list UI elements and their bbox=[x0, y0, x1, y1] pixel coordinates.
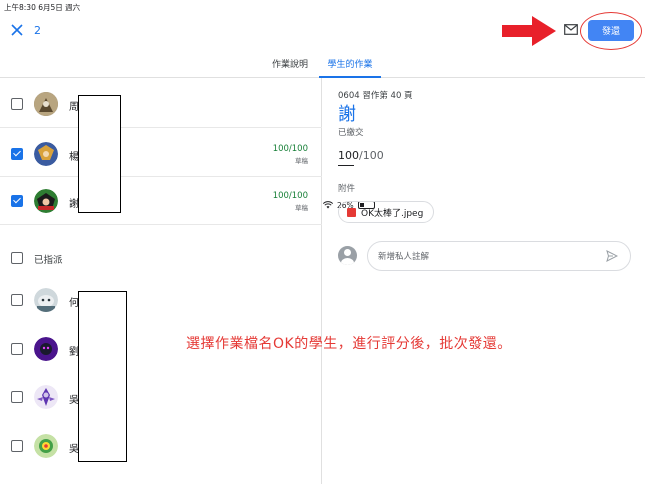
group-label: 已指派 bbox=[34, 255, 63, 266]
student-checkbox[interactable] bbox=[11, 294, 23, 306]
assigned-group-row[interactable]: 已指派 bbox=[0, 234, 322, 282]
student-row[interactable]: 謝 100/100 草稿 bbox=[0, 177, 322, 225]
grade-status: 草稿 bbox=[295, 157, 308, 165]
student-checkbox[interactable] bbox=[11, 98, 23, 110]
annotation-text: 選擇作業檔名OK的學生，進行評分後，批次發還。 bbox=[186, 336, 512, 352]
attachments-label: 附件 bbox=[338, 184, 356, 194]
submission-panel: 0604 習作第 40 頁 謝 已繳交 100/100 附件 OK太棒了.jpe… bbox=[323, 78, 645, 484]
grade-out-of: /100 bbox=[359, 149, 384, 162]
student-checkbox[interactable] bbox=[11, 195, 23, 207]
grade-status: 草稿 bbox=[295, 204, 308, 212]
student-checkbox[interactable] bbox=[11, 391, 23, 403]
student-grade: 100/100 bbox=[272, 191, 308, 201]
student-checkbox[interactable] bbox=[11, 148, 23, 160]
student-row[interactable]: 周 bbox=[0, 80, 322, 128]
tab-bar: 作業說明 學生的作業 bbox=[0, 48, 645, 78]
top-bar: 2 發還 bbox=[0, 12, 645, 50]
student-row[interactable]: 吳 bbox=[0, 373, 322, 421]
selected-count: 2 bbox=[34, 24, 41, 37]
avatar bbox=[34, 337, 58, 361]
submission-status: 已繳交 bbox=[338, 128, 364, 138]
student-grade: 100/100 bbox=[272, 144, 308, 154]
private-comment-input[interactable]: 新增私人註解 bbox=[367, 241, 631, 271]
student-row[interactable]: 吳 bbox=[0, 422, 322, 470]
status-bar: 上午8:30 6月5日 週六 26% bbox=[0, 0, 645, 210]
grade-underline bbox=[338, 165, 354, 166]
avatar bbox=[34, 288, 58, 312]
student-list: 周 楊 100/100 草稿 謝 100/100 草稿 已指派 何 劉 吳 吳 bbox=[0, 78, 322, 484]
attachment-chip[interactable]: OK太棒了.jpeg bbox=[338, 201, 435, 223]
student-row[interactable]: 楊 100/100 草稿 bbox=[0, 129, 322, 177]
image-icon bbox=[347, 208, 356, 217]
group-checkbox[interactable] bbox=[11, 252, 23, 264]
avatar bbox=[34, 434, 58, 458]
grade-field[interactable]: 100/100 bbox=[338, 149, 384, 162]
avatar bbox=[34, 92, 58, 116]
tab-instructions[interactable]: 作業說明 bbox=[272, 48, 308, 78]
user-avatar bbox=[338, 246, 357, 265]
privacy-mask bbox=[78, 95, 121, 213]
privacy-mask bbox=[78, 291, 127, 462]
student-row[interactable]: 何 bbox=[0, 276, 322, 324]
selected-student-name: 謝 bbox=[338, 104, 356, 125]
close-icon[interactable] bbox=[10, 23, 24, 37]
comment-placeholder: 新增私人註解 bbox=[378, 252, 430, 262]
avatar bbox=[34, 189, 58, 213]
red-arrow-icon bbox=[502, 16, 556, 46]
student-checkbox[interactable] bbox=[11, 440, 23, 452]
return-button[interactable]: 發還 bbox=[588, 20, 634, 41]
mail-icon[interactable] bbox=[564, 24, 578, 35]
tab-student-work[interactable]: 學生的作業 bbox=[319, 48, 381, 78]
send-icon[interactable] bbox=[606, 250, 618, 262]
grade-value[interactable]: 100 bbox=[338, 149, 359, 162]
avatar bbox=[34, 385, 58, 409]
attachment-name: OK太棒了.jpeg bbox=[361, 208, 424, 219]
status-time: 上午8:30 6月5日 週六 bbox=[4, 3, 81, 12]
student-checkbox[interactable] bbox=[11, 343, 23, 355]
avatar bbox=[34, 142, 58, 166]
